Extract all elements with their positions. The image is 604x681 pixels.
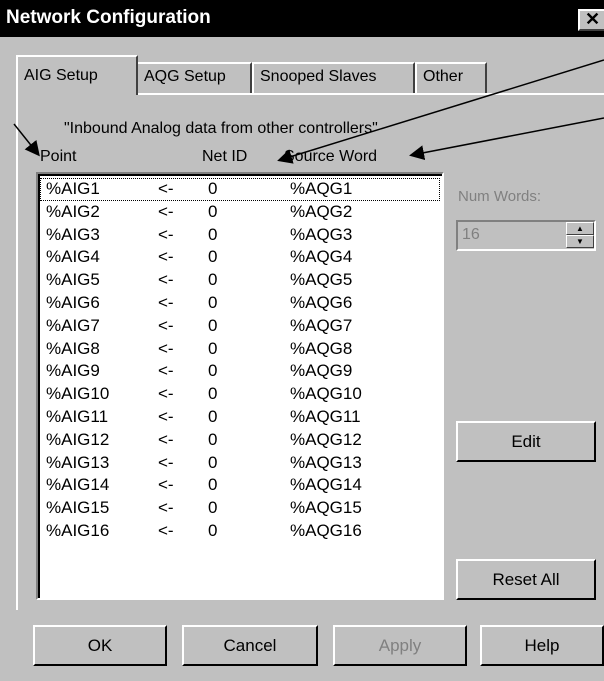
- tab-aig-setup[interactable]: AIG Setup: [16, 55, 138, 95]
- callout-arrow-source-word: [409, 117, 604, 161]
- tab-label: AIG Setup: [24, 67, 98, 84]
- callout-arrows: [13, 59, 604, 164]
- callout-arrow-point: [13, 123, 40, 157]
- callout-arrow-net-id: [277, 59, 604, 164]
